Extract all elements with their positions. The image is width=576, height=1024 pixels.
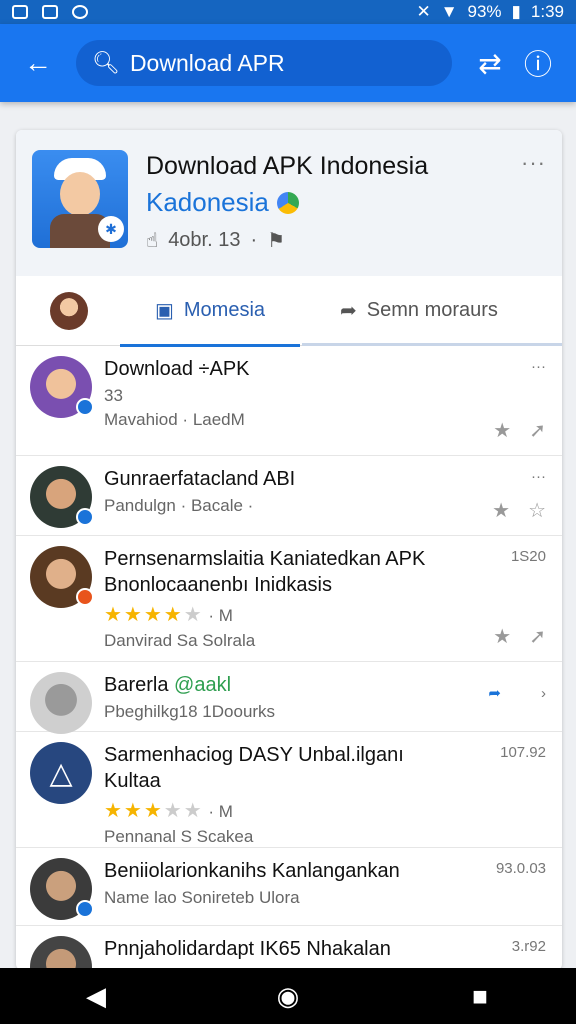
avatar — [30, 858, 94, 920]
clock: 1:39 — [530, 2, 564, 21]
battery-icon: ▮ — [511, 2, 521, 21]
app-subtitle[interactable]: Kadonesia — [146, 187, 428, 218]
avatar: △ — [30, 742, 92, 804]
tab-label: Momesia — [183, 299, 266, 321]
list-item[interactable]: Download ÷APK 33 Mavahiod · LaedM ··· ★ ➚ — [16, 346, 562, 456]
app-icon[interactable]: ✱ — [32, 150, 128, 248]
item-title: Barerla @aakl — [104, 674, 232, 696]
rating-label: M — [218, 802, 233, 821]
dot-separator: · — [250, 229, 258, 251]
item-meta: Danvirad Sa Solrala — [104, 631, 256, 650]
item-title: Gunraerfatacland ABI — [104, 468, 296, 490]
mute-icon: ✕ — [416, 2, 431, 21]
avatar — [30, 466, 94, 528]
item-subtitle: Pbeghilkg18 1Doourks — [104, 702, 276, 721]
star-outline-icon[interactable]: ☆ — [528, 498, 546, 523]
item-size: 3.r92 — [511, 938, 546, 955]
item-title: Beniiolarionkanihs Kanlangankan — [104, 860, 400, 882]
app-header: ✱ Download APK Indonesia Kadonesia ☝︎ 4o… — [16, 130, 562, 276]
more-icon[interactable]: ··· — [531, 358, 546, 375]
item-meta: Pennanal S Scakea — [104, 827, 254, 846]
item-title: Sarmenhaciog DASY Unbal.ilganı Kultaa — [104, 744, 404, 792]
result-list: Download ÷APK 33 Mavahiod · LaedM ··· ★ ➚… — [16, 346, 562, 970]
item-title: Pnnjaholidardapt IK65 Nhakalan — [104, 938, 391, 960]
app-bar: ← 🔍︎ Download APR ⇄ ⓘ — [0, 24, 576, 102]
star-icon[interactable]: ★ — [492, 498, 510, 523]
rating-stars: ★★★★★ — [104, 604, 204, 626]
rating-stars: ★★★★★ — [104, 800, 204, 822]
item-size: 1S20 — [510, 548, 546, 565]
recents-icon[interactable]: ■ — [450, 981, 510, 1012]
app-meta: ☝︎ 4obr. 13 · ⚑ — [146, 228, 428, 253]
item-meta: Mavahiod · LaedM — [104, 410, 245, 429]
tab-other[interactable]: ➦ Semn moraurs — [340, 276, 498, 346]
rating-label: M — [218, 606, 233, 625]
item-size: 107.92 — [500, 744, 546, 761]
avatar — [30, 546, 94, 608]
badge-icon: ✱ — [98, 216, 124, 242]
home-icon[interactable]: ◉ — [258, 981, 318, 1012]
item-title: Pernsenarmslaitia Kaniatedkan APK Bnonlo… — [104, 548, 426, 596]
avatar — [30, 356, 94, 418]
avatar — [30, 672, 92, 734]
item-subtitle: Pandulgn · Bacale · — [104, 496, 254, 515]
navigation-bar: ◀ ◉ ■ — [0, 968, 576, 1024]
wifi-icon: ▼ — [440, 2, 458, 21]
more-icon[interactable]: ··· — [521, 150, 546, 176]
share-icon[interactable]: ➦ — [488, 684, 501, 702]
item-title: Download ÷APK — [104, 358, 250, 380]
flag-icon: ⚑ — [267, 230, 286, 252]
camera-icon — [42, 5, 58, 19]
list-item[interactable]: △ Sarmenhaciog DASY Unbal.ilganı Kultaa … — [16, 732, 562, 848]
back-icon[interactable]: ◀ — [66, 981, 126, 1012]
forward-icon: ➦ — [340, 300, 357, 322]
list-item[interactable]: Pnnjaholidardapt IK65 Nhakalan 3.r92 — [16, 926, 562, 970]
info-icon[interactable]: ⓘ — [514, 39, 562, 87]
search-icon: 🔍︎ — [92, 50, 120, 75]
star-icon[interactable]: ★ — [493, 418, 511, 443]
search-text: Download APR — [129, 49, 285, 76]
item-size: 93.0.03 — [495, 860, 546, 877]
sync-icon — [72, 5, 88, 19]
more-icon[interactable]: ··· — [531, 468, 546, 485]
status-bar: ✕ ▼ 93% ▮ 1:39 — [0, 0, 576, 24]
list-item[interactable]: Beniiolarionkanihs Kanlangankan Name lao… — [16, 848, 562, 926]
forward-icon[interactable]: ➚ — [529, 624, 546, 649]
tab-momesia[interactable]: ▣ Momesia — [120, 276, 300, 347]
image-icon — [12, 5, 28, 19]
app-card: ✱ Download APK Indonesia Kadonesia ☝︎ 4o… — [16, 130, 562, 970]
tab-label: Semn moraurs — [366, 299, 498, 321]
list-item[interactable]: Gunraerfatacland ABI Pandulgn · Bacale ·… — [16, 456, 562, 536]
app-meta-text: 4obr. 13 — [168, 229, 241, 251]
list-item[interactable]: Pernsenarmslaitia Kaniatedkan APK Bnonlo… — [16, 536, 562, 662]
avatar[interactable] — [50, 291, 88, 330]
chat-icon: ▣ — [154, 300, 174, 322]
item-subtitle: 33 — [104, 386, 123, 405]
forward-icon[interactable]: ➚ — [529, 418, 546, 443]
developer-badge-icon — [276, 191, 299, 214]
tab-bar: ▣ Momesia ➦ Semn moraurs — [16, 276, 562, 347]
item-subtitle: Name lao Sonireteb Ulora — [104, 888, 300, 907]
developer-name[interactable]: Kadonesia — [146, 187, 269, 218]
battery-percent: 93% — [467, 2, 502, 21]
avatar — [30, 936, 92, 970]
search-field[interactable]: 🔍︎ Download APR — [76, 40, 452, 86]
chevron-right-icon[interactable]: › — [541, 685, 546, 702]
list-item[interactable]: Barerla @aakl Pbeghilkg18 1Doourks ➦ › — [16, 662, 562, 734]
share-icon[interactable]: ⇄ — [466, 39, 514, 87]
back-arrow-icon[interactable]: ← — [14, 39, 62, 87]
star-icon[interactable]: ★ — [493, 624, 511, 649]
thumb-icon: ☝︎ — [146, 230, 159, 252]
app-title: Download APK Indonesia — [146, 152, 429, 180]
